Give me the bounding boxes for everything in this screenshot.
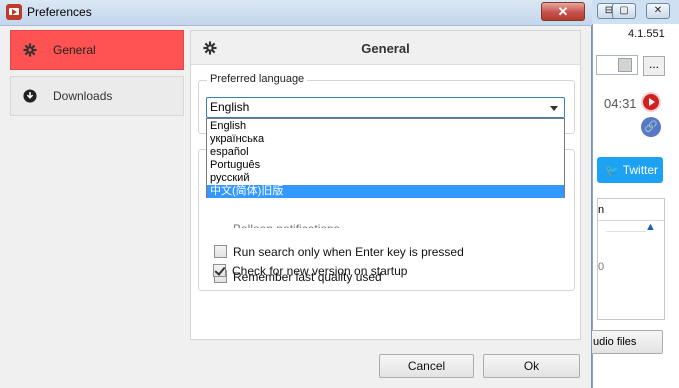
preferences-dialog: Preferences ✕ General Downloads General …: [0, 0, 592, 388]
sidebar-item-general[interactable]: General: [10, 30, 184, 70]
chevron-down-icon[interactable]: [550, 106, 558, 111]
option-label: Run search only when Enter key is presse…: [233, 245, 464, 259]
language-option-russian[interactable]: русский: [207, 172, 564, 185]
language-option-spanish[interactable]: español: [207, 146, 564, 159]
close-button[interactable]: ✕: [541, 2, 585, 21]
window-title: Preferences: [27, 5, 92, 19]
table-divider: [606, 231, 646, 232]
balloon-notifications-label: Balloon notifications: [233, 222, 393, 228]
gear-icon: [23, 43, 37, 57]
download-icon: [23, 89, 37, 103]
twitter-bird-icon: 🐦: [605, 165, 619, 177]
page-title: General: [361, 41, 410, 56]
checkbox[interactable]: [214, 245, 227, 258]
maximize-icon[interactable]: ▢: [612, 3, 636, 19]
twitter-label: Twitter: [622, 163, 659, 177]
background-table: n ▲ 0: [597, 198, 665, 320]
language-option-portuguese[interactable]: Português: [207, 159, 564, 172]
ok-button[interactable]: Ok: [483, 354, 580, 378]
sidebar: General Downloads: [10, 30, 184, 118]
checkbox-checked[interactable]: [213, 264, 226, 277]
table-header: n: [598, 199, 664, 221]
language-option-english[interactable]: English: [207, 120, 564, 133]
clear-icon[interactable]: [618, 58, 632, 72]
version-label: 4.1.551: [628, 28, 665, 40]
title-bar: Preferences ✕: [0, 0, 592, 26]
twitter-button[interactable]: 🐦 Twitter: [597, 157, 663, 183]
more-button[interactable]: ...: [643, 56, 665, 76]
language-dropdown-list: English українська español Português рус…: [206, 118, 565, 198]
option-label: Check for new version on startup: [232, 264, 408, 278]
panel-header: General: [191, 31, 580, 65]
cancel-button[interactable]: Cancel: [379, 354, 474, 378]
background-close-icon[interactable]: ✕: [646, 3, 670, 19]
duration-label: 04:31: [604, 96, 637, 111]
language-select-value: English: [210, 100, 250, 114]
sidebar-item-label: Downloads: [53, 89, 113, 103]
language-option-ukrainian[interactable]: українська: [207, 133, 564, 146]
sidebar-item-downloads[interactable]: Downloads: [10, 76, 184, 116]
table-tick: 0: [598, 261, 605, 273]
chevron-up-icon[interactable]: ▲: [645, 221, 656, 233]
language-select[interactable]: English: [206, 97, 565, 118]
audio-files-button[interactable]: udio files: [590, 330, 663, 354]
link-icon[interactable]: 🔗: [641, 117, 661, 137]
language-group-legend: Preferred language: [207, 73, 308, 85]
app-icon: [6, 4, 22, 20]
youtube-icon[interactable]: [641, 92, 661, 112]
language-option-chinese[interactable]: 中文(简体)旧版: [207, 185, 564, 198]
sidebar-item-label: General: [53, 43, 96, 57]
